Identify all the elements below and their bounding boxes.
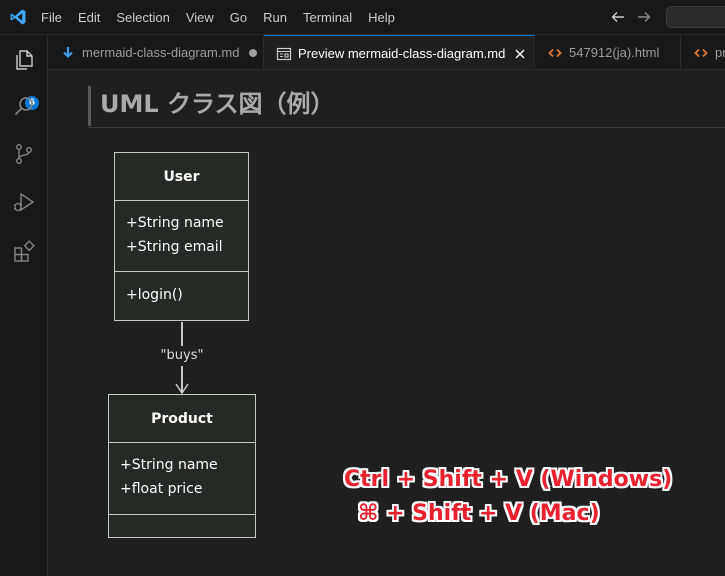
tab-label: 547912(ja).html — [569, 45, 660, 60]
menu-terminal[interactable]: Terminal — [295, 0, 360, 35]
shortcut-mac: ⌘ + Shift + V (Mac) — [358, 501, 600, 526]
uml-class-product: Product +String name +float price — [108, 394, 256, 538]
html-icon — [548, 48, 562, 57]
preview-icon — [276, 47, 292, 60]
menu-run[interactable]: Run — [255, 0, 295, 35]
activity-bar: 6 — [0, 35, 48, 576]
forward-arrow-icon[interactable] — [635, 8, 653, 26]
files-icon[interactable] — [12, 48, 36, 72]
markdown-icon — [63, 46, 73, 58]
heading-decoration — [88, 86, 91, 126]
tab-label: Preview mermaid-class-diagram.md — [298, 46, 506, 61]
tab-preview[interactable]: Preview mermaid-class-diagram.md — [264, 35, 535, 69]
tab-html-file[interactable]: 547912(ja).html — [535, 35, 681, 69]
markdown-preview: UML クラス図（例） User +String name +String em… — [48, 70, 725, 576]
method: +login() — [126, 287, 183, 303]
extensions-icon[interactable] — [12, 240, 36, 264]
divider — [88, 127, 725, 128]
source-control-icon[interactable] — [12, 142, 36, 166]
class-name: User — [115, 153, 248, 201]
modified-dot-icon[interactable] — [249, 48, 258, 57]
attribute: +String name — [126, 215, 224, 231]
attribute: +float price — [120, 481, 203, 497]
menu-selection[interactable]: Selection — [108, 0, 177, 35]
menu-help[interactable]: Help — [360, 0, 403, 35]
tab-html-file-2[interactable]: pr — [681, 35, 725, 69]
html-icon — [694, 48, 708, 57]
class-methods: +login() — [115, 272, 248, 317]
attribute: +String name — [120, 457, 218, 473]
editor-tab-bar: mermaid-class-diagram.md Preview mermaid… — [48, 35, 725, 70]
command-center-search[interactable] — [666, 6, 725, 28]
tab-markdown-source[interactable]: mermaid-class-diagram.md — [48, 35, 264, 69]
class-attributes: +String name +float price — [109, 443, 255, 515]
run-debug-icon[interactable] — [12, 190, 36, 214]
vscode-logo-icon — [10, 9, 26, 25]
relationship-label: "buys" — [152, 346, 212, 366]
class-name: Product — [109, 395, 255, 443]
menu-view[interactable]: View — [178, 0, 222, 35]
search-icon[interactable] — [12, 94, 36, 118]
menu-file[interactable]: File — [33, 0, 70, 35]
back-arrow-icon[interactable] — [609, 8, 627, 26]
tab-label: pr — [715, 45, 725, 60]
tab-label: mermaid-class-diagram.md — [82, 45, 240, 60]
menu-edit[interactable]: Edit — [70, 0, 108, 35]
menu-go[interactable]: Go — [222, 0, 255, 35]
page-title: UML クラス図（例） — [100, 90, 335, 118]
uml-class-user: User +String name +String email +login() — [114, 152, 249, 321]
menu-bar: File Edit Selection View Go Run Terminal… — [33, 0, 403, 35]
attribute: +String email — [126, 239, 223, 255]
class-attributes: +String name +String email — [115, 201, 248, 272]
shortcut-windows: Ctrl + Shift + V (Windows) — [344, 467, 673, 492]
title-bar: File Edit Selection View Go Run Terminal… — [0, 0, 725, 35]
close-icon[interactable] — [513, 47, 527, 61]
